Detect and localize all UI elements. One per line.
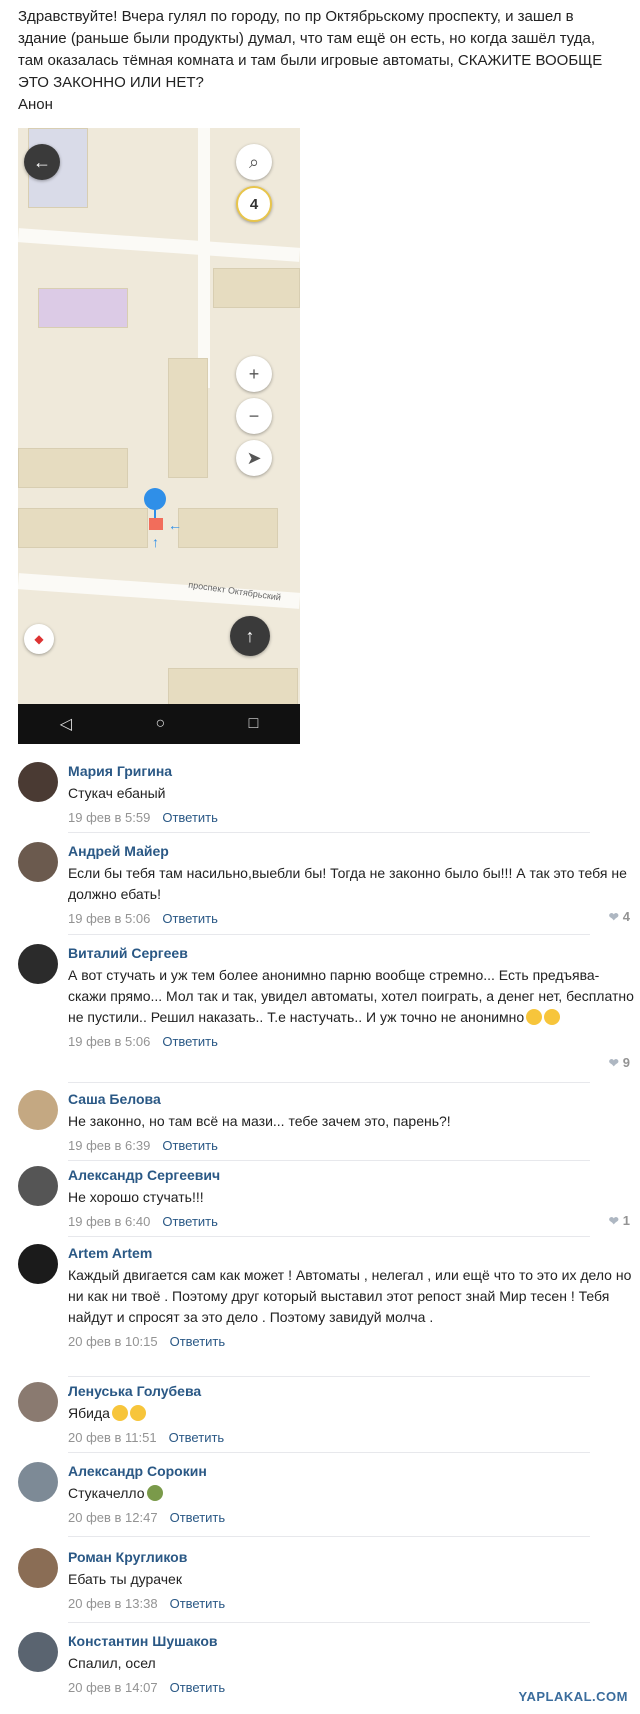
reply-button[interactable]: Ответить bbox=[162, 1034, 218, 1049]
comment-date[interactable]: 19 фев в 6:39 bbox=[68, 1138, 150, 1153]
like-counter[interactable]: ❤ 9 bbox=[609, 1055, 630, 1070]
avatar[interactable] bbox=[18, 842, 58, 882]
comment-text: Ебать ты дурачек bbox=[68, 1571, 182, 1587]
comment: Ленуська Голубева Ябида 20 фев в 11:51 От… bbox=[18, 1382, 638, 1445]
counter-badge[interactable]: 4 bbox=[236, 186, 272, 222]
heart-icon: ❤ bbox=[608, 1056, 619, 1070]
comment-text: Если бы тебя там насильно,выебли бы! Тог… bbox=[68, 865, 627, 902]
avatar[interactable] bbox=[18, 1090, 58, 1130]
post-signature: Анон bbox=[18, 96, 53, 113]
reply-button[interactable]: Ответить bbox=[162, 1214, 218, 1229]
avatar[interactable] bbox=[18, 1632, 58, 1672]
comment: Artem Artem Каждый двигается сам как мож… bbox=[18, 1244, 638, 1368]
location-pin-icon bbox=[144, 488, 166, 510]
comment-date[interactable]: 20 фев в 11:51 bbox=[68, 1430, 157, 1445]
reply-button[interactable]: Ответить bbox=[170, 1680, 226, 1695]
reply-button[interactable]: Ответить bbox=[170, 1510, 226, 1525]
nav-back-icon[interactable]: ◁ bbox=[60, 714, 72, 734]
avatar[interactable] bbox=[18, 1166, 58, 1206]
post-line: здание (раньше были продукты) думал, что… bbox=[18, 30, 596, 47]
compass-icon[interactable]: ◆ bbox=[24, 624, 54, 654]
comment-text: Стукачелло bbox=[68, 1485, 145, 1501]
comment-text: Ябида bbox=[68, 1405, 110, 1421]
post-line: ЭТО ЗАКОННО ИЛИ НЕТ? bbox=[18, 74, 204, 91]
comment-text: Не законно, но там всё на мази... тебе з… bbox=[68, 1113, 451, 1129]
zoom-in-button[interactable]: + bbox=[236, 356, 272, 392]
reply-button[interactable]: Ответить bbox=[162, 1138, 218, 1153]
comment: Саша Белова Не законно, но там всё на ма… bbox=[18, 1090, 638, 1153]
comment-date[interactable]: 19 фев в 5:06 bbox=[68, 1034, 150, 1049]
reply-button[interactable]: Ответить bbox=[162, 911, 218, 926]
reply-button[interactable]: Ответить bbox=[170, 1596, 226, 1611]
comment-date[interactable]: 19 фев в 5:59 bbox=[68, 810, 150, 825]
avatar[interactable] bbox=[18, 762, 58, 802]
avatar[interactable] bbox=[18, 944, 58, 984]
arrow-left-icon: ← bbox=[168, 517, 182, 533]
comment-text: Спалил, осел bbox=[68, 1655, 156, 1671]
like-counter[interactable]: ❤ 1 bbox=[609, 1213, 630, 1228]
comment-text: Стукач ебаный bbox=[68, 785, 166, 801]
comment-author[interactable]: Александр Сергеевич bbox=[68, 1166, 638, 1184]
comment-date[interactable]: 20 фев в 10:15 bbox=[68, 1334, 158, 1349]
comment-author[interactable]: Константин Шушаков bbox=[68, 1632, 638, 1650]
comment-date[interactable]: 19 фев в 5:06 bbox=[68, 911, 150, 926]
map-screenshot: проспект Октябрьский ← ↑ ← ⌕ 4 + − ➤ ↑ ◆… bbox=[18, 128, 300, 744]
heart-icon: ❤ bbox=[608, 910, 619, 924]
reply-button[interactable]: Ответить bbox=[162, 810, 218, 825]
comment: Андрей Майер Если бы тебя там насильно,в… bbox=[18, 842, 638, 926]
avatar[interactable] bbox=[18, 1244, 58, 1284]
grinning-emoji-icon bbox=[111, 1405, 128, 1421]
zoom-out-button[interactable]: − bbox=[236, 398, 272, 434]
comment-author[interactable]: Саша Белова bbox=[68, 1090, 638, 1108]
duck-emoji-icon bbox=[146, 1485, 163, 1501]
like-counter[interactable]: ❤ 4 bbox=[609, 909, 630, 924]
search-icon[interactable]: ⌕ bbox=[236, 144, 272, 180]
laughing-emoji-icon bbox=[526, 1009, 543, 1025]
laughing-emoji-icon bbox=[544, 1009, 561, 1025]
post-line: там оказалась тёмная комната и там были … bbox=[18, 52, 603, 69]
comment-text: Не хорошо стучать!!! bbox=[68, 1189, 204, 1205]
avatar[interactable] bbox=[18, 1462, 58, 1502]
comment-date[interactable]: 20 фев в 14:07 bbox=[68, 1680, 158, 1695]
comment-author[interactable]: Александр Сорокин bbox=[68, 1462, 638, 1480]
comment-text: Каждый двигается сам как может ! Автомат… bbox=[68, 1267, 632, 1325]
back-icon[interactable]: ← bbox=[24, 144, 60, 180]
comment: Александр Сергеевич Не хорошо стучать!!!… bbox=[18, 1166, 638, 1229]
grinning-emoji-icon bbox=[129, 1405, 146, 1421]
comment-author[interactable]: Роман Кругликов bbox=[68, 1548, 638, 1566]
post-text: Здравствуйте! Вчера гулял по городу, по … bbox=[18, 6, 630, 116]
building-marker bbox=[149, 518, 163, 530]
arrow-up-button[interactable]: ↑ bbox=[230, 616, 270, 656]
arrow-up-icon: ↑ bbox=[152, 534, 159, 550]
avatar[interactable] bbox=[18, 1548, 58, 1588]
comment: Мария Григина Стукач ебаный 19 фев в 5:5… bbox=[18, 762, 638, 825]
reply-button[interactable]: Ответить bbox=[169, 1430, 225, 1445]
nav-recent-icon[interactable]: □ bbox=[249, 715, 259, 733]
comment-author[interactable]: Виталий Сергеев bbox=[68, 944, 638, 962]
post-line: Здравствуйте! Вчера гулял по городу, по … bbox=[18, 8, 574, 25]
android-nav-bar: ◁ ○ □ bbox=[18, 704, 300, 744]
comment-date[interactable]: 19 фев в 6:40 bbox=[68, 1214, 150, 1229]
comment-date[interactable]: 20 фев в 13:38 bbox=[68, 1596, 158, 1611]
comment-author[interactable]: Андрей Майер bbox=[68, 842, 638, 860]
watermark: YAPLAKAL.COM bbox=[518, 1689, 628, 1704]
comment-date[interactable]: 20 фев в 12:47 bbox=[68, 1510, 158, 1525]
locate-icon[interactable]: ➤ bbox=[236, 440, 272, 476]
comment-author[interactable]: Artem Artem bbox=[68, 1244, 638, 1262]
comment: Виталий Сергеев А вот стучать и уж тем б… bbox=[18, 944, 638, 1070]
avatar[interactable] bbox=[18, 1382, 58, 1422]
comment-author[interactable]: Мария Григина bbox=[68, 762, 638, 780]
comment: Роман Кругликов Ебать ты дурачек 20 фев … bbox=[18, 1548, 638, 1612]
comment-author[interactable]: Ленуська Голубева bbox=[68, 1382, 638, 1400]
comment: Александр Сорокин Стукачелло 20 фев в 12… bbox=[18, 1462, 638, 1526]
nav-home-icon[interactable]: ○ bbox=[155, 715, 165, 733]
comment: Константин Шушаков Спалил, осел 20 фев в… bbox=[18, 1632, 638, 1696]
heart-icon: ❤ bbox=[608, 1214, 619, 1228]
reply-button[interactable]: Ответить bbox=[170, 1334, 226, 1349]
